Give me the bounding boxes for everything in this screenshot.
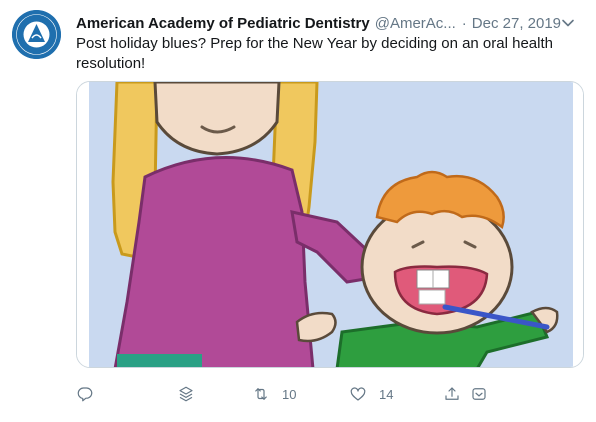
reply-button[interactable] (76, 381, 94, 407)
tip-button[interactable] (470, 381, 488, 407)
author-handle[interactable]: @AmerAc... (375, 15, 456, 32)
heart-icon (350, 387, 366, 401)
reply-icon (77, 387, 93, 402)
retweet-icon (255, 388, 267, 400)
retweet-count: 10 (282, 386, 297, 402)
tweet-text: Post holiday blues? Prep for the New Yea… (76, 35, 553, 72)
layers-button[interactable] (177, 381, 195, 407)
avatar[interactable] (12, 10, 61, 59)
author-name[interactable]: American Academy of Pediatric Dentistry (76, 15, 370, 32)
share-icon (445, 387, 459, 400)
tweet-actions: 10 14 (76, 381, 496, 407)
tweet-header: American Academy of Pediatric Dentistry … (76, 13, 576, 33)
like-button[interactable]: 14 (349, 381, 393, 407)
tweet-date[interactable]: Dec 27, 2019 (472, 15, 561, 32)
aapd-logo (12, 10, 61, 59)
tip-jar-icon (472, 388, 486, 400)
illustration-image (77, 82, 583, 367)
like-count: 14 (379, 386, 394, 402)
share-button[interactable] (443, 381, 461, 407)
separator-dot: · (461, 14, 467, 32)
chevron-down-icon[interactable] (560, 15, 576, 31)
layers-icon (179, 386, 193, 402)
retweet-button[interactable]: 10 (252, 381, 296, 407)
tweet-media[interactable] (76, 81, 584, 368)
